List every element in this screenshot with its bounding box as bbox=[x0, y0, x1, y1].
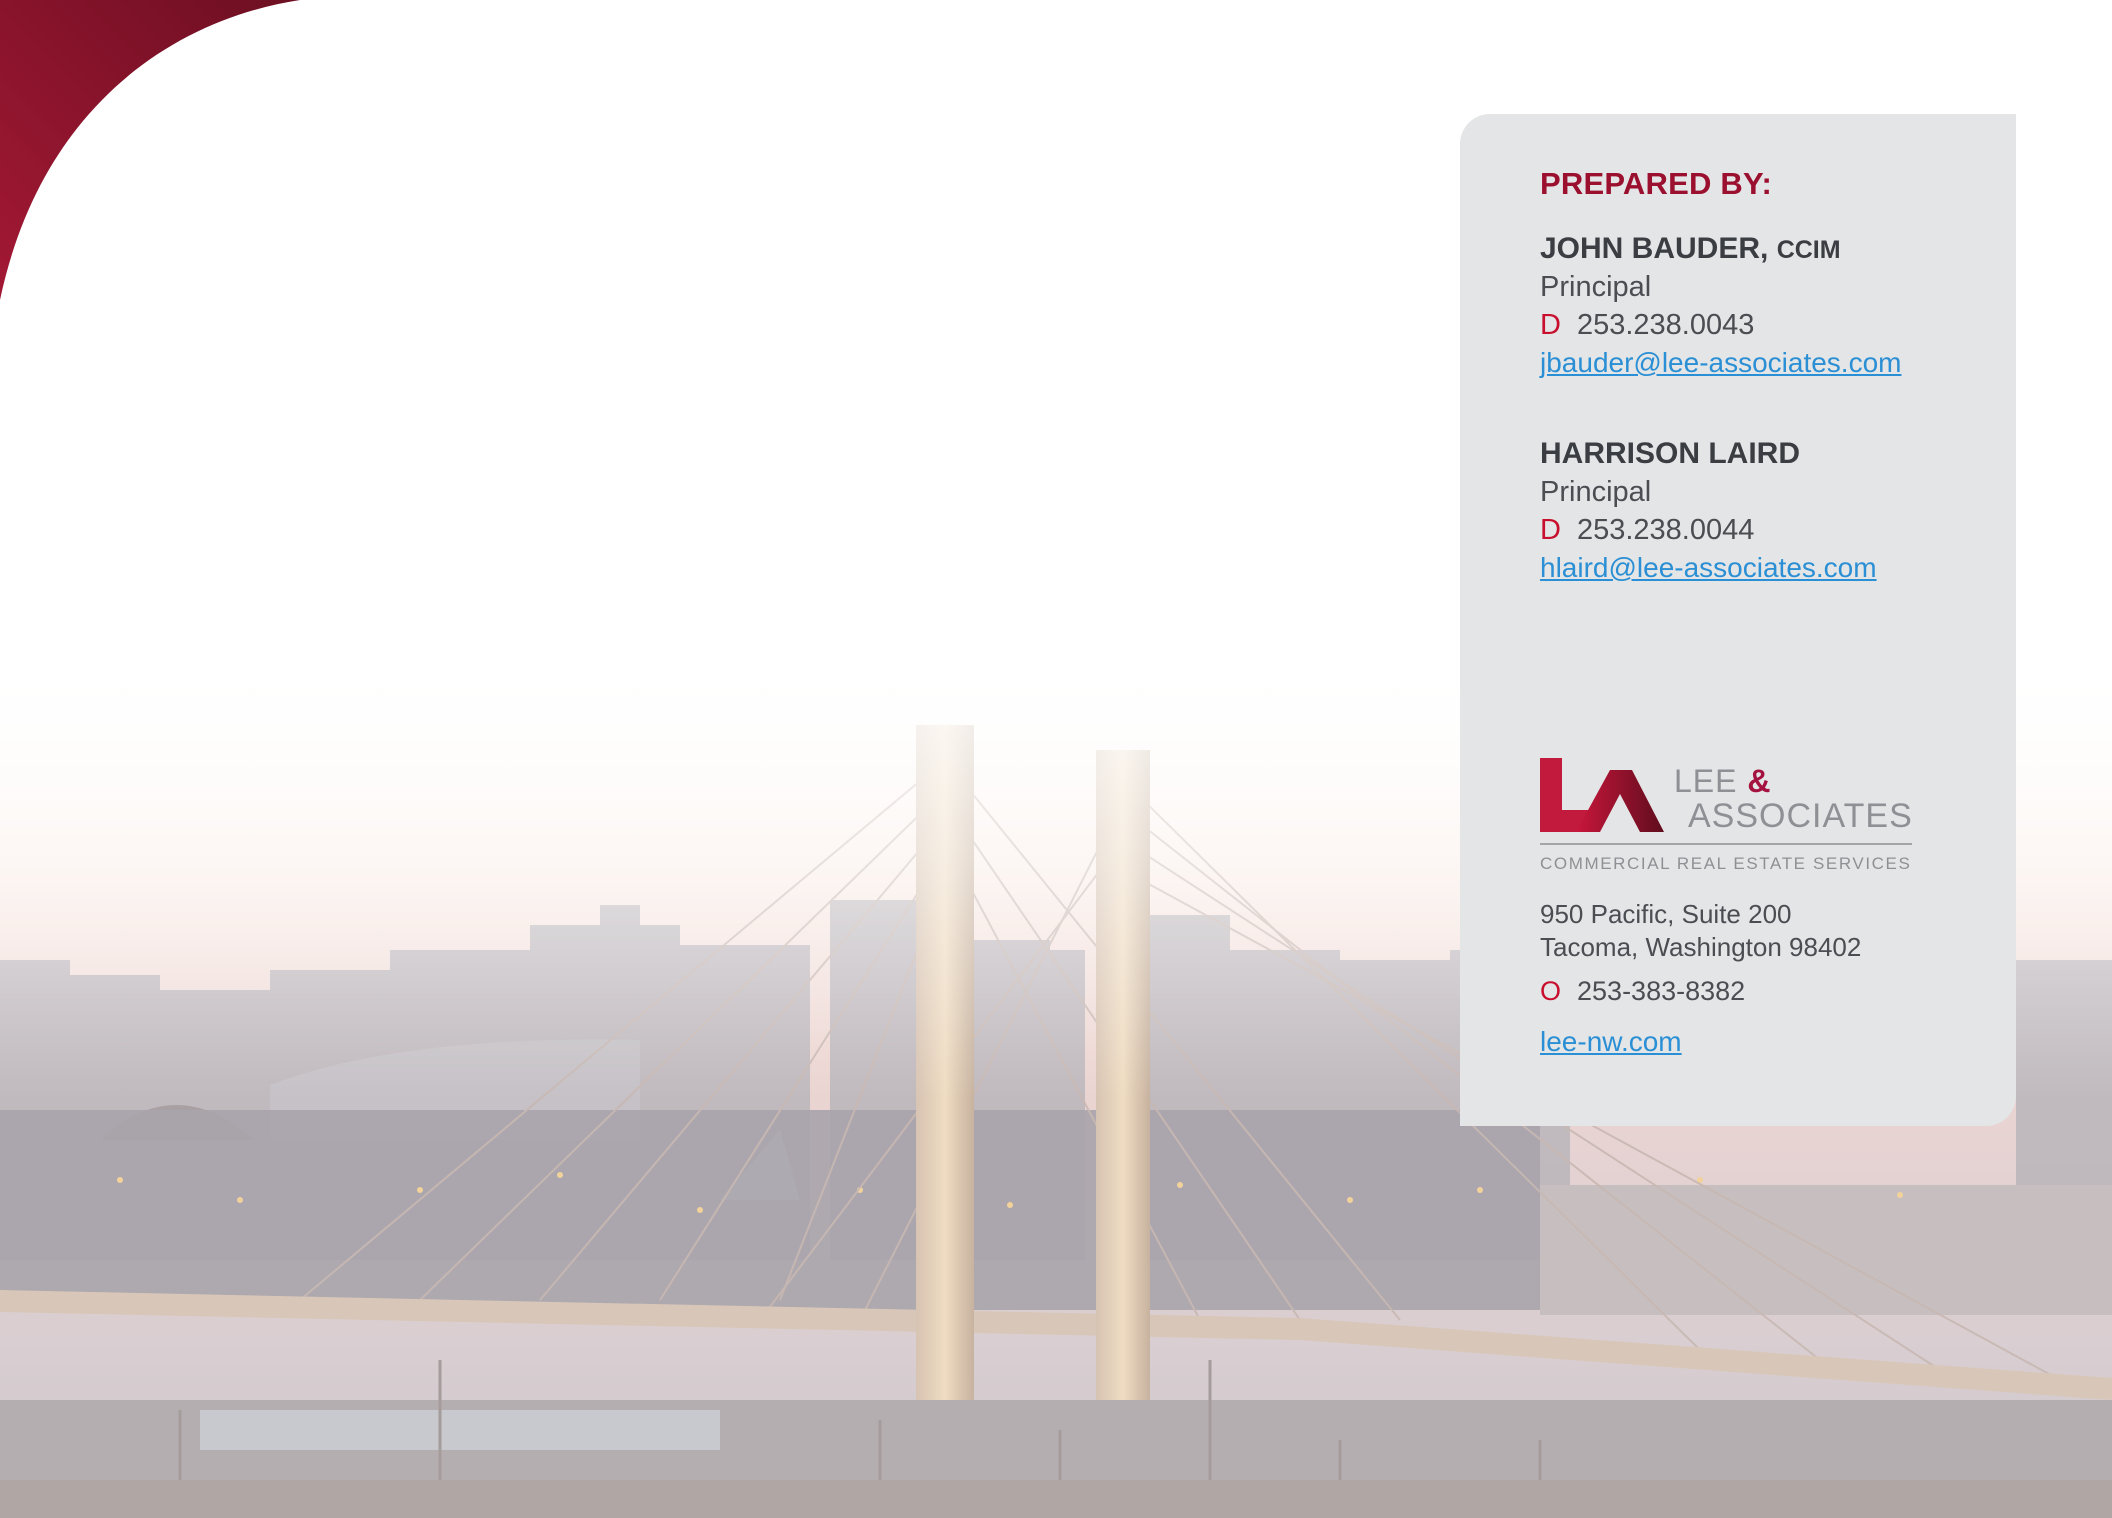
logo-divider bbox=[1540, 843, 1912, 845]
logo-tagline: COMMERCIAL REAL ESTATE SERVICES bbox=[1540, 854, 1912, 873]
logo-name-line1: LEE & bbox=[1674, 764, 1771, 798]
phone-prefix: D bbox=[1540, 514, 1561, 546]
brochure-back-cover: PREPARED BY: JOHN BAUDER, CCIM Principal… bbox=[0, 0, 2112, 1518]
contact-credential: CCIM bbox=[1776, 236, 1841, 264]
contact-name: HARRISON LAIRD bbox=[1540, 435, 1877, 473]
phone-number: 253.238.0044 bbox=[1576, 514, 1755, 546]
contact-email-link[interactable]: hlaird@lee-associates.com bbox=[1540, 549, 1877, 587]
contact-phone: D 253.238.0043 bbox=[1540, 306, 1901, 344]
contact-name-text: HARRISON LAIRD bbox=[1540, 437, 1800, 470]
contact-card: PREPARED BY: JOHN BAUDER, CCIM Principal… bbox=[1460, 114, 2016, 1126]
office-phone-prefix: O bbox=[1540, 976, 1562, 1006]
address-line-1: 950 Pacific, Suite 200 bbox=[1540, 899, 1792, 929]
contact-name-text: JOHN BAUDER, bbox=[1540, 232, 1769, 265]
contact-title: Principal bbox=[1540, 271, 1652, 303]
lee-associates-logo: LEE & ASSOCIATES COMMERCIAL REAL ESTATE … bbox=[1540, 758, 1912, 888]
logo-ampersand: & bbox=[1747, 763, 1772, 799]
office-phone-number: 253-383-8382 bbox=[1577, 976, 1746, 1006]
phone-prefix: D bbox=[1540, 309, 1561, 341]
office-address: 950 Pacific, Suite 200 Tacoma, Washingto… bbox=[1540, 898, 1861, 964]
logo-word-lee: LEE bbox=[1674, 763, 1738, 799]
corner-swoosh-shape bbox=[0, 0, 300, 300]
office-phone: O 253-383-8382 bbox=[1540, 976, 1745, 1007]
contact-email-link[interactable]: jbauder@lee-associates.com bbox=[1540, 344, 1901, 382]
la-logo-mark-icon bbox=[1540, 758, 1664, 832]
contact-harrison-laird: HARRISON LAIRD Principal D 253.238.0044 h… bbox=[1540, 435, 1877, 587]
prepared-by-heading: PREPARED BY: bbox=[1540, 166, 1773, 201]
phone-number: 253.238.0043 bbox=[1576, 309, 1755, 341]
logo-name-line2: ASSOCIATES bbox=[1688, 797, 1913, 835]
contact-name: JOHN BAUDER, CCIM bbox=[1540, 230, 1901, 268]
address-line-2: Tacoma, Washington 98402 bbox=[1540, 932, 1862, 962]
website-link[interactable]: lee-nw.com bbox=[1540, 1026, 1682, 1058]
contact-john-bauder: JOHN BAUDER, CCIM Principal D 253.238.004… bbox=[1540, 230, 1901, 382]
contact-title: Principal bbox=[1540, 476, 1652, 508]
contact-phone: D 253.238.0044 bbox=[1540, 511, 1877, 549]
